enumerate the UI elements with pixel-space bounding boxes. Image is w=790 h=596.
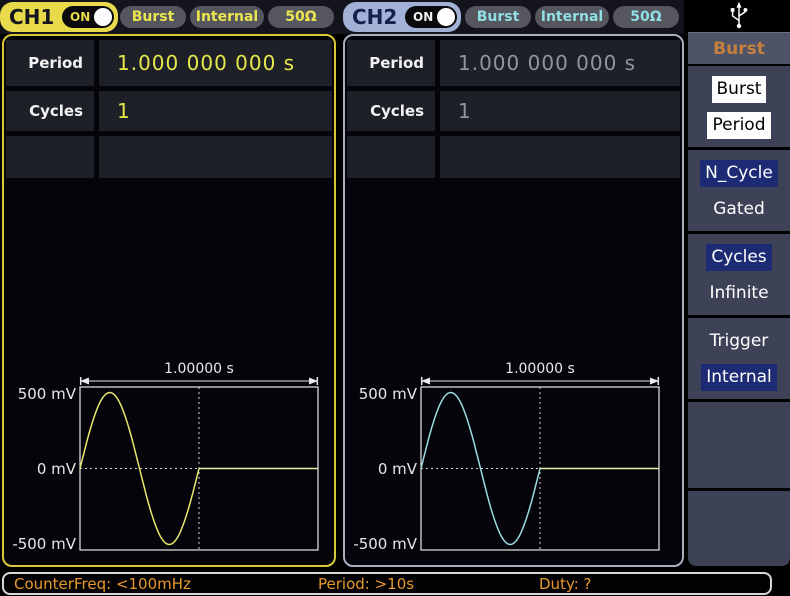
ch2-burst-badge: Burst xyxy=(465,6,531,28)
softkey-menu: Burst Burst Period N_Cycle Gated Cycles … xyxy=(688,0,790,596)
ch2-header: CH2 ON Burst Internal 50Ω xyxy=(343,0,684,34)
ch2-internal-badge: Internal xyxy=(535,6,609,28)
ch1-cycles-label: Cycles xyxy=(6,91,94,131)
menu-option-internal[interactable]: Internal xyxy=(701,364,777,391)
ch1-period-label: Period xyxy=(6,40,94,86)
ch1-burst-badge: Burst xyxy=(120,6,186,28)
menu-option-gated[interactable]: Gated xyxy=(708,196,770,223)
menu-option-period[interactable]: Period xyxy=(707,112,770,139)
ch1-on-toggle[interactable]: ON xyxy=(62,6,114,28)
ch1-time-span-label: 1.00000 s xyxy=(80,361,318,377)
menu-title: Burst xyxy=(688,32,790,64)
menu-option-burst[interactable]: Burst xyxy=(712,76,767,103)
counter-freq: Freq: <100mHz xyxy=(74,575,191,593)
ch1-empty-row-label xyxy=(6,136,94,178)
ch2-time-span-label: 1.00000 s xyxy=(421,361,659,377)
ch2-empty-row-value xyxy=(440,136,680,178)
counter-duty: Duty: ? xyxy=(539,575,592,593)
ch1-empty-row-value xyxy=(99,136,332,178)
softkey-cycles-infinite[interactable]: Cycles Infinite xyxy=(688,234,790,315)
ch2-on-toggle[interactable]: ON xyxy=(405,6,457,28)
ch2-period-value[interactable]: 1.000 000 000 s xyxy=(440,40,680,86)
ch2-empty-row-label xyxy=(347,136,435,178)
ch1-parameter-table: Period 1.000 000 000 s Cycles 1 xyxy=(6,40,332,178)
ch2-impedance-badge: 50Ω xyxy=(613,6,679,28)
ch1-panel: Period 1.000 000 000 s Cycles 1 1.00000 … xyxy=(2,34,336,567)
ch2-period-label: Period xyxy=(347,40,435,86)
menu-option-trigger[interactable]: Trigger xyxy=(705,328,774,355)
ch1-internal-badge: Internal xyxy=(190,6,264,28)
ch2-waveform-plot xyxy=(345,376,675,556)
ch2-toggle-label: ON xyxy=(413,10,433,24)
softkey-burst-period[interactable]: Burst Period xyxy=(688,66,790,147)
ch1-label: CH1 xyxy=(9,5,54,29)
ch1-tab[interactable]: CH1 ON xyxy=(0,2,118,32)
softkey-ncycle-gated[interactable]: N_Cycle Gated xyxy=(688,150,790,231)
ch1-waveform-plot xyxy=(4,376,334,556)
instrument-screen: CH1 ON Burst Internal 50Ω CH2 ON Burst I… xyxy=(0,0,790,596)
ch1-period-value[interactable]: 1.000 000 000 s xyxy=(99,40,332,86)
ch2-panel: Period 1.000 000 000 s Cycles 1 1.00000 … xyxy=(343,34,684,567)
softkey-trigger-internal[interactable]: Trigger Internal xyxy=(688,318,790,399)
ch1-impedance-badge: 50Ω xyxy=(268,6,334,28)
status-bar: Counter: Freq: <100mHz Period: >10s Duty… xyxy=(2,572,772,595)
ch1-cycles-value[interactable]: 1 xyxy=(99,91,332,131)
counter-period: Period: >10s xyxy=(318,575,414,593)
softkey-empty-2 xyxy=(688,491,790,566)
ch1-toggle-label: ON xyxy=(70,10,90,24)
counter-label: Counter: xyxy=(14,575,79,593)
toggle-knob xyxy=(437,8,455,26)
ch2-label: CH2 xyxy=(352,5,397,29)
ch2-parameter-table: Period 1.000 000 000 s Cycles 1 xyxy=(347,40,680,178)
ch2-cycles-label: Cycles xyxy=(347,91,435,131)
menu-option-cycles[interactable]: Cycles xyxy=(706,244,771,271)
menu-option-ncycle[interactable]: N_Cycle xyxy=(700,160,778,187)
softkey-empty-1 xyxy=(688,402,790,488)
ch2-tab[interactable]: CH2 ON xyxy=(343,2,461,32)
menu-option-infinite[interactable]: Infinite xyxy=(704,280,773,307)
ch1-header: CH1 ON Burst Internal 50Ω xyxy=(0,0,337,34)
toggle-knob xyxy=(94,8,112,26)
ch2-cycles-value[interactable]: 1 xyxy=(440,91,680,131)
